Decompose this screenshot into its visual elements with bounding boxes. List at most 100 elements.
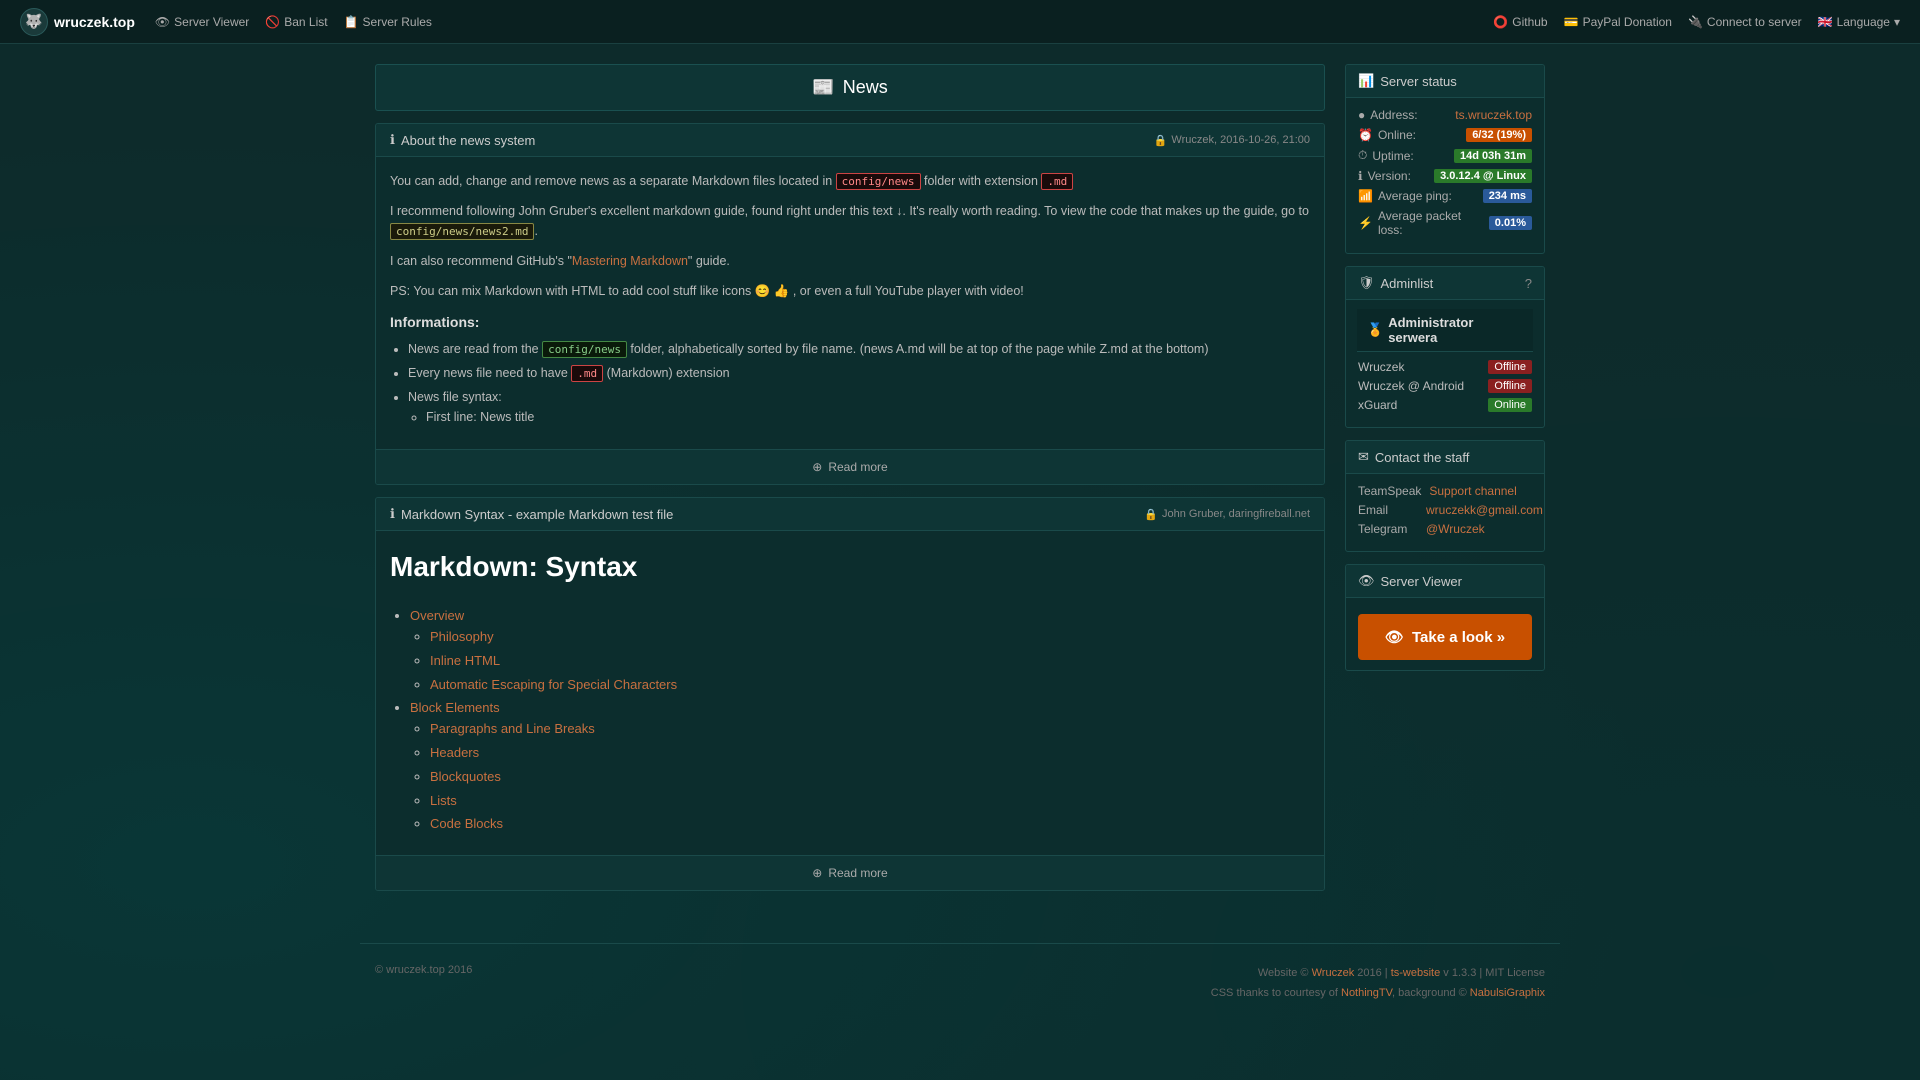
news-card-markdown-title: ℹ Markdown Syntax - example Markdown tes… [390, 506, 673, 522]
toc-overview: Overview Philosophy Inline HTML Automati… [410, 606, 1310, 695]
adminlist-header-left: 🛡 Adminlist [1358, 275, 1433, 291]
about-para-1: You can add, change and remove news as a… [390, 171, 1310, 191]
toc-auto-escape-link[interactable]: Automatic Escaping for Special Character… [430, 677, 677, 692]
read-more-markdown[interactable]: ⊕ Read more [376, 855, 1324, 890]
online-badge: 6/32 (19%) [1466, 128, 1532, 142]
chevron-down-icon: ▾ [1894, 15, 1900, 29]
stat-uptime: ⏱ Uptime: 14d 03h 31m [1358, 148, 1532, 163]
about-para-3: I can also recommend GitHub's "Mastering… [390, 251, 1310, 271]
informations-heading: Informations: [390, 311, 1310, 333]
ban-icon: 🚫 [265, 15, 280, 29]
nav-server-rules[interactable]: 📋 Server Rules [344, 15, 432, 29]
nav-paypal[interactable]: 💳 PayPal Donation [1564, 15, 1672, 29]
contact-telegram-link[interactable]: @Wruczek [1426, 522, 1485, 536]
user-icon: 🔒 [1144, 508, 1158, 521]
code-config-news: config/news [836, 173, 921, 190]
toc-code-blocks-link[interactable]: Code Blocks [430, 816, 503, 831]
news-card-about-title: ℹ About the news system [390, 132, 535, 148]
mastering-markdown-link[interactable]: Mastering Markdown [572, 254, 688, 268]
toc-overview-link[interactable]: Overview [410, 608, 464, 623]
stat-version-label: ℹ Version: [1358, 169, 1411, 183]
toc-blockquotes-link[interactable]: Blockquotes [430, 769, 501, 784]
footer-nabulsi-link[interactable]: NabulsiGraphix [1470, 987, 1545, 999]
toc-inline-html-link[interactable]: Inline HTML [430, 653, 500, 668]
toc-block-elements-link[interactable]: Block Elements [410, 700, 500, 715]
toc-block-elements: Block Elements Paragraphs and Line Break… [410, 698, 1310, 835]
nav-right: ⭕ Github 💳 PayPal Donation 🔌 Connect to … [1493, 15, 1900, 29]
stat-packet-loss-label: ⚡ Average packet loss: [1358, 209, 1489, 237]
contact-card: ✉ Contact the staff TeamSpeak Support ch… [1345, 440, 1545, 552]
question-icon[interactable]: ? [1525, 276, 1532, 291]
main-content: 📰 News ℹ About the news system 🔒 Wruczek… [375, 64, 1325, 903]
stat-online: ⏰ Online: 6/32 (19%) [1358, 128, 1532, 142]
server-status-header: 📊 Server status [1346, 65, 1544, 98]
nav-ban-list[interactable]: 🚫 Ban List [265, 15, 327, 29]
eye-icon-2: 👁 [1358, 573, 1375, 589]
lightning-icon: ⚡ [1358, 216, 1373, 230]
server-address-link[interactable]: ts.wruczek.top [1455, 108, 1532, 122]
nav-links: 👁 Server Viewer 🚫 Ban List 📋 Server Rule… [155, 15, 1473, 29]
stat-ping-label: 📶 Average ping: [1358, 189, 1452, 203]
contact-teamspeak: TeamSpeak Support channel [1358, 484, 1532, 498]
navbar: 🐺 wruczek.top 👁 Server Viewer 🚫 Ban List… [0, 0, 1920, 44]
server-viewer-card: 👁 Server Viewer 👁 Take a look » [1345, 564, 1545, 671]
admin-section-title: 🏅 Administrator serwera [1357, 309, 1533, 352]
shield-icon: 🛡 [1358, 275, 1375, 291]
contact-telegram: Telegram @Wruczek [1358, 522, 1532, 536]
brand-link[interactable]: 🐺 wruczek.top [20, 8, 135, 36]
clock-icon: ⏰ [1358, 128, 1373, 142]
contact-email: Email wruczekk@gmail.com [1358, 503, 1532, 517]
nav-server-viewer[interactable]: 👁 Server Viewer [155, 15, 249, 29]
server-viewer-body: 👁 Take a look » [1346, 598, 1544, 670]
page-container: 📰 News ℹ About the news system 🔒 Wruczek… [360, 44, 1560, 923]
stat-packet-loss: ⚡ Average packet loss: 0.01% [1358, 209, 1532, 237]
info-icon: ℹ [390, 132, 395, 148]
code-news2: config/news/news2.md [390, 223, 534, 240]
toc-philosophy: Philosophy [430, 627, 1310, 648]
toc-auto-escape: Automatic Escaping for Special Character… [430, 675, 1310, 696]
read-more-about[interactable]: ⊕ Read more [376, 449, 1324, 484]
nav-language[interactable]: 🇬🇧 Language ▾ [1818, 15, 1900, 29]
toc-block-sub: Paragraphs and Line Breaks Headers Block… [430, 719, 1310, 835]
nav-connect[interactable]: 🔌 Connect to server [1688, 15, 1802, 29]
news-card-about-header: ℹ About the news system 🔒 Wruczek, 2016-… [376, 124, 1324, 157]
news-card-markdown: ℹ Markdown Syntax - example Markdown tes… [375, 497, 1325, 891]
footer-ts-website-link[interactable]: ts-website [1391, 967, 1441, 979]
brand-text: wruczek.top [54, 14, 135, 30]
stat-online-label: ⏰ Online: [1358, 128, 1416, 142]
toc-inline-html: Inline HTML [430, 651, 1310, 672]
code-md-2: .md [571, 365, 603, 382]
code-config-news-2: config/news [542, 341, 627, 358]
info-bullets: News are read from the config/news folde… [408, 339, 1310, 427]
toc-overview-sub: Philosophy Inline HTML Automatic Escapin… [430, 627, 1310, 695]
plus-icon: ⊕ [812, 460, 822, 474]
server-viewer-header-left: 👁 Server Viewer [1358, 573, 1462, 589]
news-card-about-meta: 🔒 Wruczek, 2016-10-26, 21:00 [1154, 134, 1310, 147]
take-a-look-button[interactable]: 👁 Take a look » [1358, 614, 1532, 660]
toc-lists-link[interactable]: Lists [430, 793, 457, 808]
ping-badge: 234 ms [1483, 189, 1532, 203]
news-card-about: ℹ About the news system 🔒 Wruczek, 2016-… [375, 123, 1325, 485]
rules-icon: 📋 [344, 15, 359, 29]
contact-header: ✉ Contact the staff [1346, 441, 1544, 474]
toc-headers-link[interactable]: Headers [430, 745, 479, 760]
uptime-badge: 14d 03h 31m [1454, 149, 1532, 163]
contact-teamspeak-link[interactable]: Support channel [1429, 484, 1516, 498]
footer-nothingtv-link[interactable]: NothingTV [1341, 987, 1392, 999]
brand-icon: 🐺 [20, 8, 48, 36]
bullet-2: Every news file need to have .md (Markdo… [408, 363, 1310, 383]
sub-bullets: First line: News title [426, 407, 1310, 427]
news-card-markdown-meta: 🔒 John Gruber, daringfireball.net [1144, 508, 1310, 521]
footer-wruczek-link[interactable]: Wruczek [1312, 967, 1355, 979]
contact-body: TeamSpeak Support channel Email wruczekk… [1346, 474, 1544, 551]
nav-github[interactable]: ⭕ Github [1493, 15, 1547, 29]
adminlist-body: 🏅 Administrator serwera Wruczek Offline … [1346, 300, 1544, 427]
stat-version: ℹ Version: 3.0.12.4 @ Linux [1358, 169, 1532, 183]
admin-icon: 🏅 [1367, 322, 1383, 338]
about-para-2: I recommend following John Gruber's exce… [390, 201, 1310, 241]
contact-header-left: ✉ Contact the staff [1358, 449, 1469, 465]
contact-email-link[interactable]: wruczekk@gmail.com [1426, 503, 1543, 517]
connect-icon: 🔌 [1688, 15, 1703, 29]
toc-paragraphs-link[interactable]: Paragraphs and Line Breaks [430, 721, 595, 736]
toc-philosophy-link[interactable]: Philosophy [430, 629, 494, 644]
